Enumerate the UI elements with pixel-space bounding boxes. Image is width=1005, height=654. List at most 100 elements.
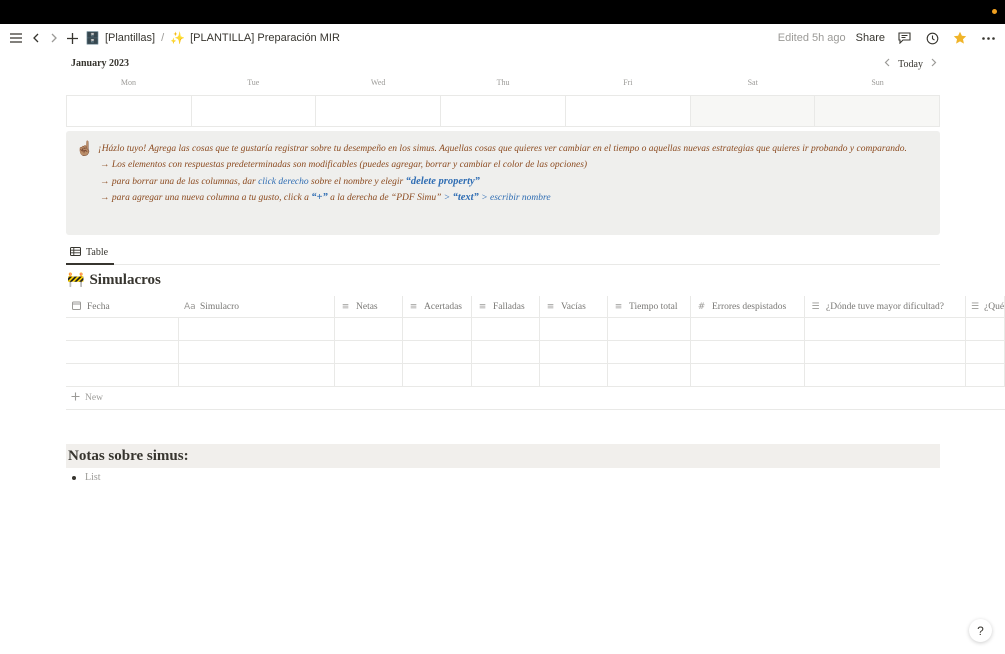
calendar-day-cell[interactable]	[690, 96, 816, 126]
more-options-icon[interactable]	[979, 29, 997, 47]
calendar-day-cell[interactable]	[67, 96, 192, 126]
table-cell[interactable]	[403, 318, 472, 340]
callout-highlight: “+”	[311, 192, 328, 204]
next-month-icon[interactable]	[931, 58, 937, 70]
database-title[interactable]: 🚧 Simulacros	[67, 272, 161, 289]
history-icon[interactable]	[923, 29, 941, 47]
column-header-mayor-dificultad[interactable]: ☰ ¿Dónde tuve mayor dificultad?	[805, 296, 966, 317]
weekday-fri: Fri	[623, 78, 633, 87]
table-cell[interactable]	[179, 318, 335, 340]
callout-highlight: click derecho	[258, 176, 309, 187]
list-property-icon: ☰	[971, 301, 980, 312]
table-cell[interactable]	[805, 318, 966, 340]
table-row[interactable]	[66, 318, 1005, 341]
table-cell[interactable]	[403, 364, 472, 386]
column-header-fecha[interactable]: Fecha	[66, 296, 179, 317]
table-cell[interactable]	[608, 341, 691, 363]
column-header-simulacro[interactable]: Aa Simulacro	[179, 296, 335, 317]
today-button[interactable]: Today	[898, 59, 923, 70]
table-cell[interactable]	[691, 341, 805, 363]
breadcrumb: 🗄️ [Plantillas] / ✨ [PLANTILLA] Preparac…	[85, 31, 340, 45]
favorite-star-icon[interactable]	[951, 29, 969, 47]
list-item[interactable]: List	[72, 472, 101, 483]
table-cell[interactable]	[540, 364, 608, 386]
calendar-week-row	[66, 95, 940, 127]
share-button[interactable]: Share	[856, 32, 885, 44]
text-property-icon: ≡	[341, 301, 350, 312]
table-cell[interactable]	[472, 364, 540, 386]
previous-month-icon[interactable]	[884, 58, 890, 70]
table-cell[interactable]	[179, 364, 335, 386]
add-page-icon[interactable]	[63, 29, 81, 47]
new-row-label: New	[85, 393, 103, 403]
table-cell[interactable]	[805, 341, 966, 363]
calendar-day-cell[interactable]	[192, 96, 317, 126]
text-property-icon: ≡	[478, 301, 487, 312]
weekday-tue: Tue	[247, 78, 260, 87]
database-title-text: Simulacros	[89, 272, 161, 288]
calendar-day-cell[interactable]	[441, 96, 566, 126]
bullet-icon	[72, 475, 76, 480]
table-cell[interactable]	[540, 318, 608, 340]
breadcrumb-separator: /	[161, 32, 165, 44]
column-header-que[interactable]: ☰ ¿Qué	[966, 296, 1005, 317]
calendar-day-cell[interactable]	[316, 96, 442, 126]
forward-icon[interactable]	[45, 29, 63, 47]
table-cell[interactable]	[66, 318, 179, 340]
new-row-button[interactable]: New	[66, 387, 1005, 410]
table-cell[interactable]	[335, 364, 403, 386]
text-property-icon: ≡	[409, 301, 418, 312]
table-cell[interactable]	[335, 341, 403, 363]
breadcrumb-item-preparacion-mir[interactable]: ✨ [PLANTILLA] Preparación MIR	[170, 31, 340, 45]
callout-highlight: >	[443, 193, 453, 204]
list-property-icon: ☰	[811, 301, 820, 312]
table-cell[interactable]	[691, 364, 805, 386]
comments-icon[interactable]	[895, 29, 913, 47]
table-cell[interactable]	[66, 341, 179, 363]
table-cell[interactable]	[966, 318, 1005, 340]
table-cell[interactable]	[608, 318, 691, 340]
table-cell[interactable]	[540, 341, 608, 363]
column-header-errores-despistados[interactable]: # Errores despistados	[691, 296, 805, 317]
table-row[interactable]	[66, 341, 1005, 364]
column-header-netas[interactable]: ≡ Netas	[335, 296, 403, 317]
table-cell[interactable]	[66, 364, 179, 386]
table-cell[interactable]	[472, 341, 540, 363]
edited-timestamp[interactable]: Edited 5h ago	[778, 32, 846, 44]
table-cell[interactable]	[691, 318, 805, 340]
table-cell[interactable]	[179, 341, 335, 363]
construction-icon: 🚧	[67, 273, 85, 288]
table-cell[interactable]	[805, 364, 966, 386]
calendar-navigation: Today	[884, 58, 937, 70]
breadcrumb-label: [Plantillas]	[104, 32, 156, 44]
callout-block[interactable]: ☝🏽 ¡Házlo tuyo! Agrega las cosas que te …	[66, 131, 940, 235]
tab-label: Table	[86, 247, 109, 258]
column-header-falladas[interactable]: ≡ Falladas	[472, 296, 540, 317]
table-row[interactable]	[66, 364, 1005, 387]
notes-heading[interactable]: Notas sobre simus:	[66, 444, 940, 468]
table-cell[interactable]	[472, 318, 540, 340]
column-label: ¿Qué	[984, 301, 1005, 312]
column-header-acertadas[interactable]: ≡ Acertadas	[403, 296, 472, 317]
callout-line: → para borrar una de las columnas, dar c…	[98, 174, 907, 190]
sparkles-icon: ✨	[170, 31, 186, 45]
calendar-day-cell[interactable]	[566, 96, 691, 126]
calendar-icon	[71, 301, 82, 313]
table-cell[interactable]	[335, 318, 403, 340]
table-cell[interactable]	[403, 341, 472, 363]
table-cell[interactable]	[966, 341, 1005, 363]
table-cell[interactable]	[608, 364, 691, 386]
pointing-hand-icon[interactable]: ☝🏽	[76, 140, 98, 235]
help-button[interactable]: ?	[969, 619, 992, 642]
tab-table[interactable]: Table	[66, 242, 115, 265]
back-icon[interactable]	[27, 29, 45, 47]
column-header-tiempo-total[interactable]: ≡ Tiempo total	[608, 296, 691, 317]
breadcrumb-label: [PLANTILLA] Preparación MIR	[190, 32, 340, 44]
table-cell[interactable]	[966, 364, 1005, 386]
plus-icon	[71, 392, 80, 404]
system-bar	[0, 0, 1005, 24]
breadcrumb-item-plantillas[interactable]: 🗄️ [Plantillas]	[85, 31, 155, 45]
column-header-vacias[interactable]: ≡ Vacías	[540, 296, 608, 317]
calendar-day-cell[interactable]	[815, 96, 940, 126]
menu-icon[interactable]	[7, 29, 25, 47]
